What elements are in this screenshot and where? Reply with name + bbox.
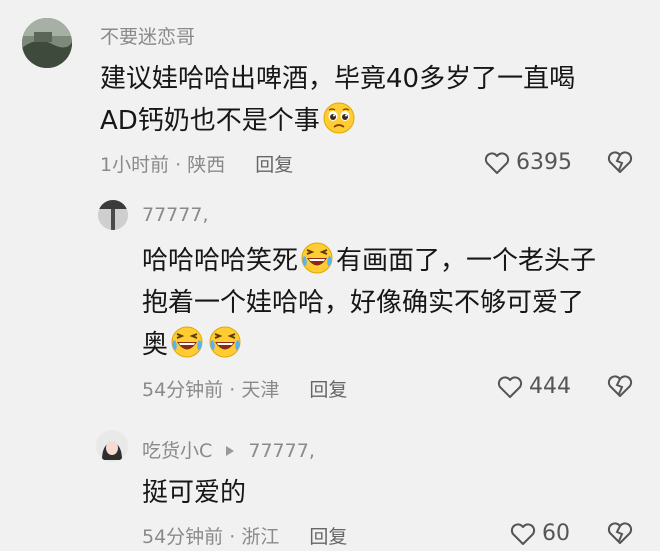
avatar-image-icon	[98, 200, 128, 230]
like-count: 60	[542, 521, 570, 546]
avatar-image-icon	[96, 430, 128, 462]
comment-time: 54分钟前	[142, 379, 224, 401]
comment-time: 1小时前	[100, 154, 170, 176]
reply-button[interactable]: 回复	[255, 150, 293, 177]
avatar-image-icon	[22, 18, 72, 68]
reply-button[interactable]: 回复	[309, 375, 347, 402]
avatar[interactable]	[98, 200, 128, 230]
like-button[interactable]: 444	[497, 374, 571, 399]
comment-location: 浙江	[241, 526, 280, 548]
comment-location: 陕西	[187, 154, 226, 176]
comment-meta: 1小时前 · 陕西 回复	[100, 150, 293, 177]
like-button[interactable]: 6395	[484, 150, 572, 175]
avatar[interactable]	[22, 18, 72, 68]
reply-button[interactable]: 回复	[309, 522, 347, 549]
heart-outline-icon	[497, 375, 523, 398]
reply-to-username[interactable]: 77777,	[248, 440, 314, 462]
comment-text-line: 奥	[142, 324, 596, 366]
like-button[interactable]: 60	[510, 521, 570, 546]
heart-outline-icon	[484, 151, 510, 174]
comment-username[interactable]: 不要迷恋哥	[100, 22, 195, 49]
comment-text-fragment: 哈哈哈哈笑死	[142, 246, 299, 276]
laughing-tears-emoji-icon	[209, 326, 241, 358]
dislike-button[interactable]	[607, 521, 633, 549]
comment-text: 挺可爱的	[142, 478, 247, 508]
laughing-tears-emoji-icon	[171, 326, 203, 358]
comment-text-fragment: AD钙奶也不是个事	[100, 106, 320, 136]
comment-meta: 54分钟前 · 天津 回复	[142, 375, 347, 402]
comment-text-line: AD钙奶也不是个事	[100, 100, 575, 142]
comment-text-fragment: 有画面了，一个老头子	[336, 246, 597, 276]
comment-text-line: 建议娃哈哈出啤酒，毕竟40多岁了一直喝	[100, 64, 576, 94]
like-count: 444	[529, 374, 571, 399]
triangle-right-icon	[226, 446, 235, 456]
broken-heart-icon	[607, 522, 633, 544]
dislike-button[interactable]	[607, 374, 633, 402]
comment-text: 哈哈哈哈笑死 有画面了，一个老头子 抱着一个娃哈哈，好像确实不够可爱了 奥	[142, 240, 596, 366]
comment-text: 建议娃哈哈出啤酒，毕竟40多岁了一直喝 AD钙奶也不是个事	[100, 58, 575, 142]
meta-separator: ·	[229, 526, 236, 548]
avatar[interactable]	[96, 430, 128, 462]
dislike-button[interactable]	[607, 150, 633, 178]
laughing-tears-emoji-icon	[301, 242, 333, 274]
comment-username[interactable]: 77777,	[142, 204, 208, 226]
comment-text-line: 哈哈哈哈笑死 有画面了，一个老头子	[142, 240, 596, 282]
comment-reply-header: 吃货小C 77777,	[142, 436, 315, 463]
broken-heart-icon	[607, 151, 633, 173]
meta-separator: ·	[229, 379, 236, 401]
pleading-face-emoji-icon	[323, 102, 355, 134]
broken-heart-icon	[607, 375, 633, 397]
comment-text-line: 抱着一个娃哈哈，好像确实不够可爱了	[142, 288, 585, 318]
comment-username[interactable]: 吃货小C	[142, 440, 212, 462]
comment-time: 54分钟前	[142, 526, 224, 548]
heart-outline-icon	[510, 522, 536, 545]
like-count: 6395	[516, 150, 572, 175]
comment-meta: 54分钟前 · 浙江 回复	[142, 522, 347, 549]
comment-location: 天津	[241, 379, 280, 401]
comment-text-fragment: 奥	[142, 330, 169, 360]
meta-separator: ·	[175, 154, 182, 176]
